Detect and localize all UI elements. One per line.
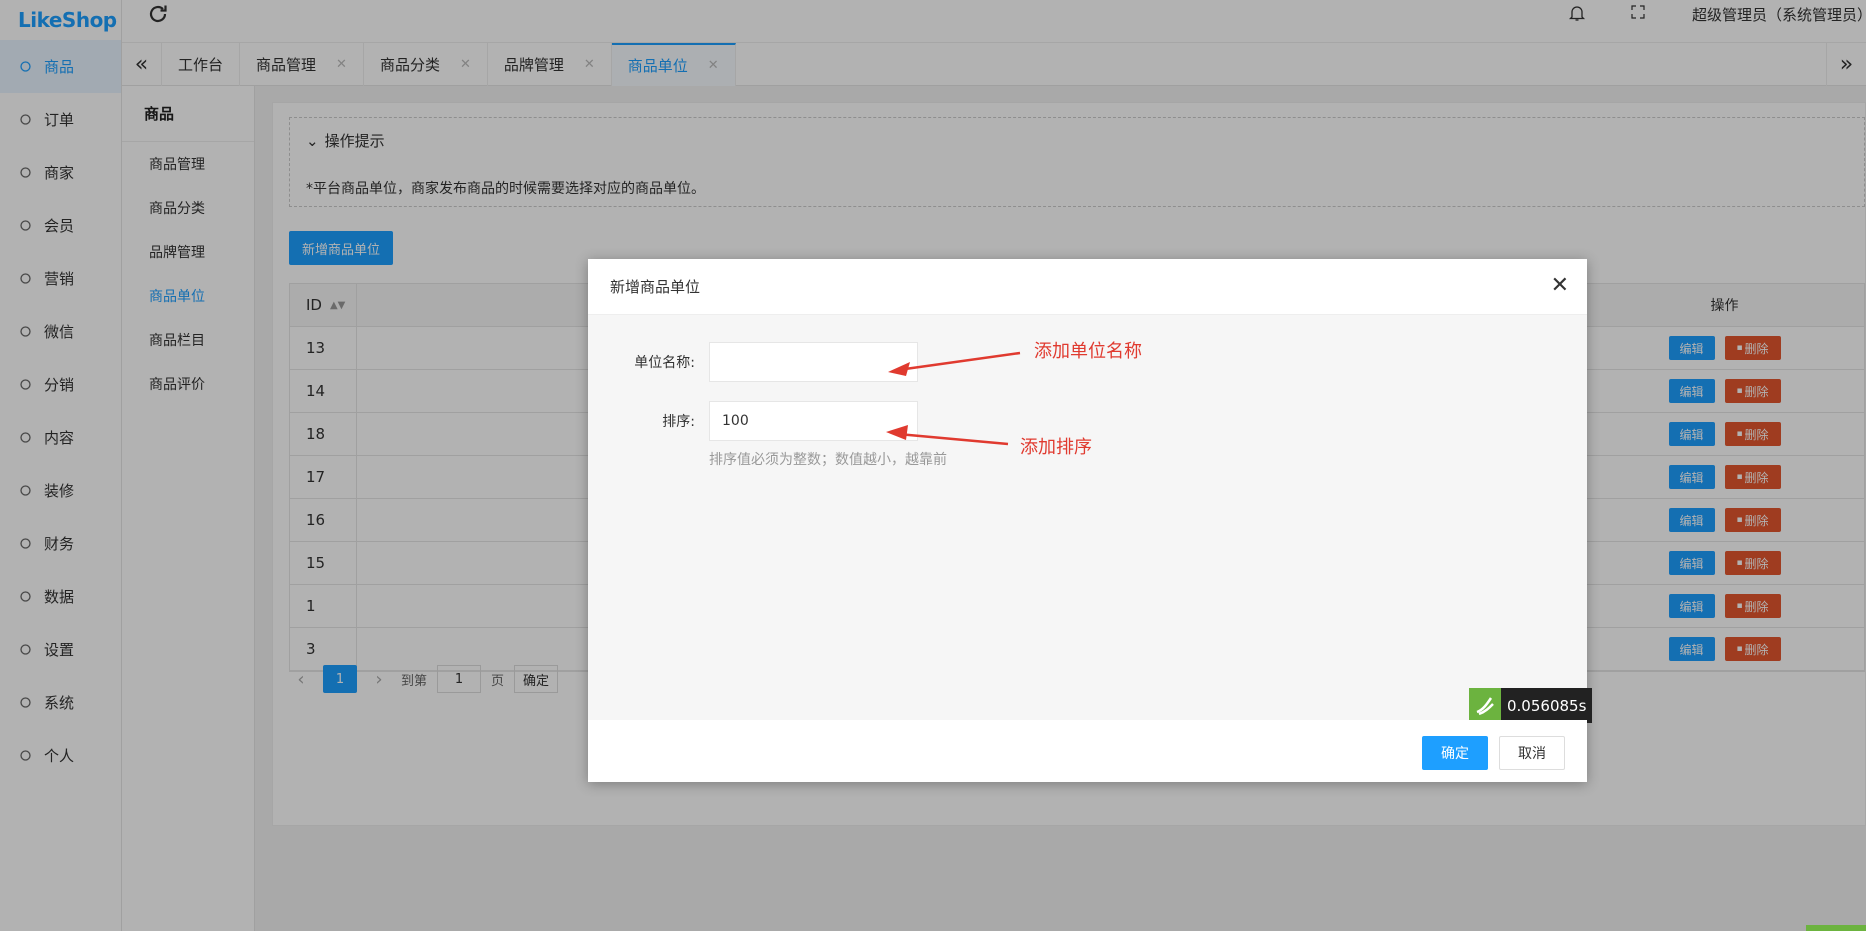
cancel-button[interactable]: 取消 [1499, 736, 1565, 770]
dialog-footer: 确定 取消 [588, 720, 1587, 782]
add-unit-dialog: 新增商品单位 ✕ 单位名称: 排序: 100 排序值必须为整数；数值越小，越靠前… [588, 259, 1593, 782]
annotation-name-note: 添加单位名称 [1034, 341, 1142, 362]
annotation-arrows [886, 351, 1021, 446]
timer-value: 0.056085s [1501, 688, 1593, 723]
timer-badge: 0.056085s [1469, 688, 1593, 723]
thinkphp-logo-icon [1469, 688, 1501, 723]
annotation-sort-note: 添加排序 [1020, 437, 1092, 458]
confirm-button[interactable]: 确定 [1422, 736, 1488, 770]
corner-widget [1806, 925, 1866, 931]
